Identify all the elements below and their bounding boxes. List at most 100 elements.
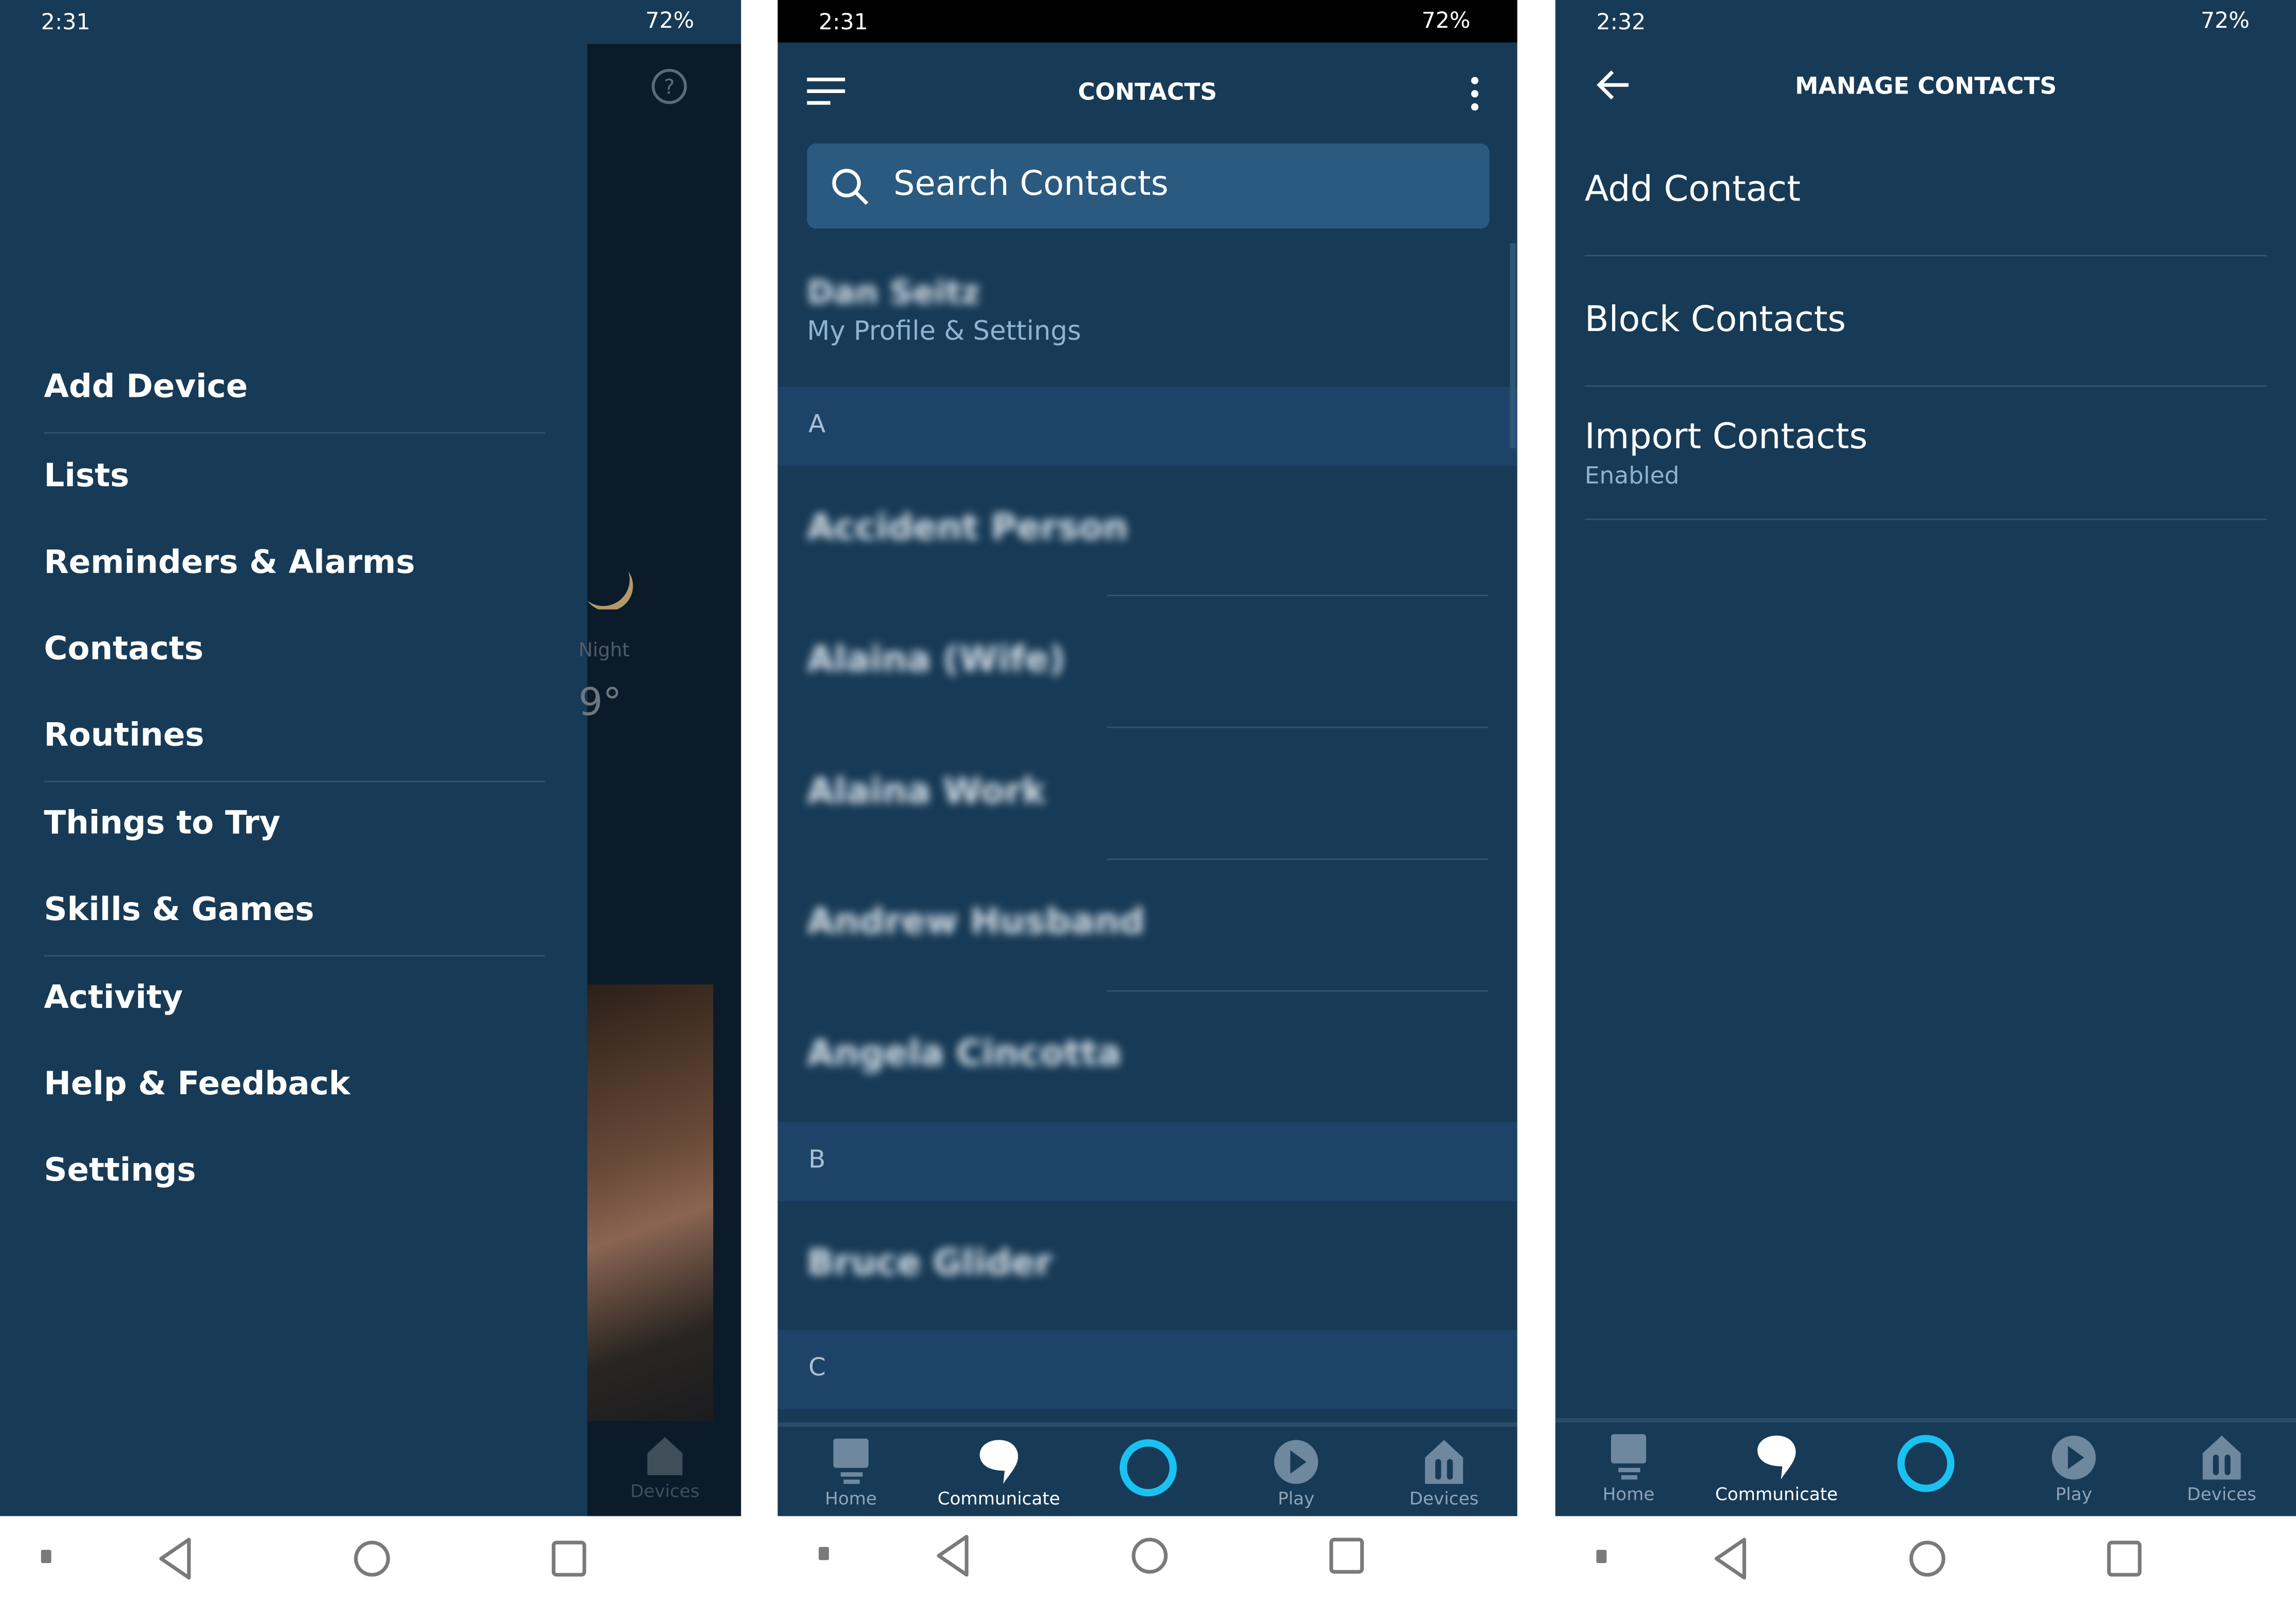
nav-play[interactable]: Play bbox=[2008, 1422, 2140, 1504]
play-icon bbox=[2051, 1436, 2096, 1480]
back-icon[interactable] bbox=[1714, 1537, 1746, 1580]
menu-dot-icon bbox=[819, 1547, 829, 1561]
recents-icon[interactable] bbox=[2107, 1540, 2142, 1577]
menu-dot-icon bbox=[41, 1550, 51, 1563]
system-nav-bar bbox=[0, 1516, 742, 1591]
battery-level: 72% bbox=[1421, 7, 1471, 34]
menu-item-contacts[interactable]: Contacts bbox=[44, 631, 203, 668]
weather-label: Night bbox=[578, 640, 630, 663]
page-title: MANAGE CONTACTS bbox=[1795, 71, 2057, 100]
section-header-b: B bbox=[777, 1122, 1517, 1201]
nav-devices[interactable]: Devices bbox=[2156, 1422, 2288, 1504]
play-icon bbox=[1274, 1440, 1318, 1484]
home-button-icon[interactable] bbox=[1909, 1540, 1946, 1577]
manage-contacts-panel: 2:32 72% MANAGE CONTACTS Add Contact Blo… bbox=[1555, 0, 2296, 1516]
home-button-icon[interactable] bbox=[354, 1540, 390, 1577]
nav-communicate[interactable]: Communicate bbox=[1711, 1422, 1843, 1504]
nav-label: Devices bbox=[630, 1481, 700, 1502]
search-icon bbox=[832, 169, 868, 205]
section-header-a: A bbox=[777, 387, 1517, 466]
divider bbox=[1107, 726, 1488, 728]
contacts-panel: 2:31 72% CONTACTS Search Contacts Dan Se… bbox=[777, 0, 1517, 1516]
menu-item-things-to-try[interactable]: Things to Try bbox=[44, 806, 281, 842]
page-title: CONTACTS bbox=[1078, 78, 1217, 106]
divider bbox=[44, 781, 545, 782]
home-icon bbox=[833, 1438, 869, 1484]
temperature: 9° bbox=[578, 681, 622, 725]
alexa-button[interactable] bbox=[1082, 1427, 1214, 1503]
menu-item-activity[interactable]: Activity bbox=[44, 980, 183, 1017]
status-time: 2:31 bbox=[819, 9, 868, 35]
contact-item[interactable]: Accident Person bbox=[807, 507, 1128, 548]
nav-play[interactable]: Play bbox=[1230, 1427, 1362, 1509]
devices-icon bbox=[1425, 1440, 1464, 1484]
menu-panel: 2:31 72% ? Night 9° Devices Add Device L… bbox=[0, 0, 742, 1516]
communicate-icon bbox=[1757, 1436, 1796, 1480]
contact-item[interactable]: Bruce Glider bbox=[807, 1242, 1052, 1283]
divider bbox=[44, 432, 545, 434]
divider bbox=[1107, 990, 1488, 992]
alexa-icon bbox=[1119, 1439, 1177, 1497]
home-button-icon[interactable] bbox=[1132, 1537, 1168, 1574]
menu-item-settings[interactable]: Settings bbox=[44, 1153, 196, 1189]
status-bar: 2:31 72% bbox=[777, 0, 1517, 43]
my-profile[interactable]: Dan Seitz My Profile & Settings bbox=[807, 276, 1081, 347]
nav-devices[interactable]: Devices bbox=[628, 1436, 702, 1501]
back-icon[interactable] bbox=[159, 1537, 191, 1580]
status-time: 2:32 bbox=[1596, 9, 1646, 35]
nav-home[interactable]: Home bbox=[1563, 1422, 1695, 1504]
devices-icon bbox=[2202, 1436, 2241, 1480]
bottom-nav: Home Communicate Play Devices bbox=[1555, 1418, 2296, 1516]
more-options-icon[interactable] bbox=[1469, 76, 1481, 111]
contact-item[interactable]: Angela Cincotta bbox=[807, 1033, 1121, 1074]
menu-item-skills-games[interactable]: Skills & Games bbox=[44, 892, 314, 929]
alexa-button[interactable] bbox=[1860, 1422, 1992, 1498]
divider bbox=[1584, 518, 2267, 520]
back-icon[interactable] bbox=[937, 1535, 969, 1577]
divider bbox=[44, 955, 545, 957]
recents-icon[interactable] bbox=[551, 1540, 586, 1577]
moon-icon bbox=[587, 571, 633, 610]
profile-name: Dan Seitz bbox=[807, 275, 980, 313]
search-input[interactable]: Search Contacts bbox=[807, 143, 1490, 229]
person-photo bbox=[587, 984, 713, 1421]
divider bbox=[1107, 595, 1488, 596]
import-contacts-item[interactable]: Import Contacts bbox=[1585, 416, 1868, 457]
menu-item-routines[interactable]: Routines bbox=[44, 718, 205, 755]
devices-icon bbox=[647, 1437, 683, 1475]
nav-devices[interactable]: Devices bbox=[1378, 1427, 1510, 1509]
nav-communicate[interactable]: Communicate bbox=[933, 1427, 1065, 1509]
contact-item[interactable]: Alaina (Wife) bbox=[807, 639, 1065, 680]
divider bbox=[1584, 385, 2267, 387]
bottom-nav: Home Communicate Play Devices bbox=[777, 1422, 1517, 1516]
menu-item-reminders-alarms[interactable]: Reminders & Alarms bbox=[44, 545, 415, 581]
system-nav-bar bbox=[777, 1516, 1517, 1591]
import-status: Enabled bbox=[1584, 461, 1679, 489]
battery-level: 72% bbox=[645, 7, 694, 34]
recents-icon[interactable] bbox=[1329, 1537, 1364, 1574]
status-bar: 2:32 72% bbox=[1556, 0, 2296, 44]
background-overlay: ? Night 9° Devices bbox=[579, 44, 742, 1516]
menu-item-add-device[interactable]: Add Device bbox=[44, 369, 248, 406]
search-placeholder: Search Contacts bbox=[893, 166, 1169, 204]
section-header-c: C bbox=[777, 1330, 1517, 1409]
battery-level: 72% bbox=[2200, 7, 2250, 34]
status-bar: 2:31 72% bbox=[0, 0, 741, 44]
menu-item-help-feedback[interactable]: Help & Feedback bbox=[44, 1067, 350, 1103]
status-time: 2:31 bbox=[41, 9, 90, 35]
svg-text:?: ? bbox=[664, 75, 675, 99]
block-contacts-item[interactable]: Block Contacts bbox=[1585, 299, 1846, 340]
menu-item-lists[interactable]: Lists bbox=[44, 458, 129, 495]
contact-item[interactable]: Andrew Husband bbox=[807, 901, 1144, 942]
contact-item[interactable]: Alaina Work bbox=[807, 770, 1045, 812]
add-contact-item[interactable]: Add Contact bbox=[1585, 169, 1801, 210]
alexa-icon bbox=[1897, 1435, 1955, 1492]
profile-settings-link[interactable]: My Profile & Settings bbox=[807, 317, 1081, 347]
communicate-icon bbox=[979, 1440, 1019, 1484]
help-icon[interactable]: ? bbox=[650, 67, 688, 105]
scrollbar[interactable] bbox=[1510, 243, 1516, 449]
system-nav-bar bbox=[1555, 1516, 2296, 1591]
nav-home[interactable]: Home bbox=[785, 1427, 917, 1509]
divider bbox=[1584, 254, 2267, 256]
home-icon bbox=[1611, 1434, 1646, 1480]
